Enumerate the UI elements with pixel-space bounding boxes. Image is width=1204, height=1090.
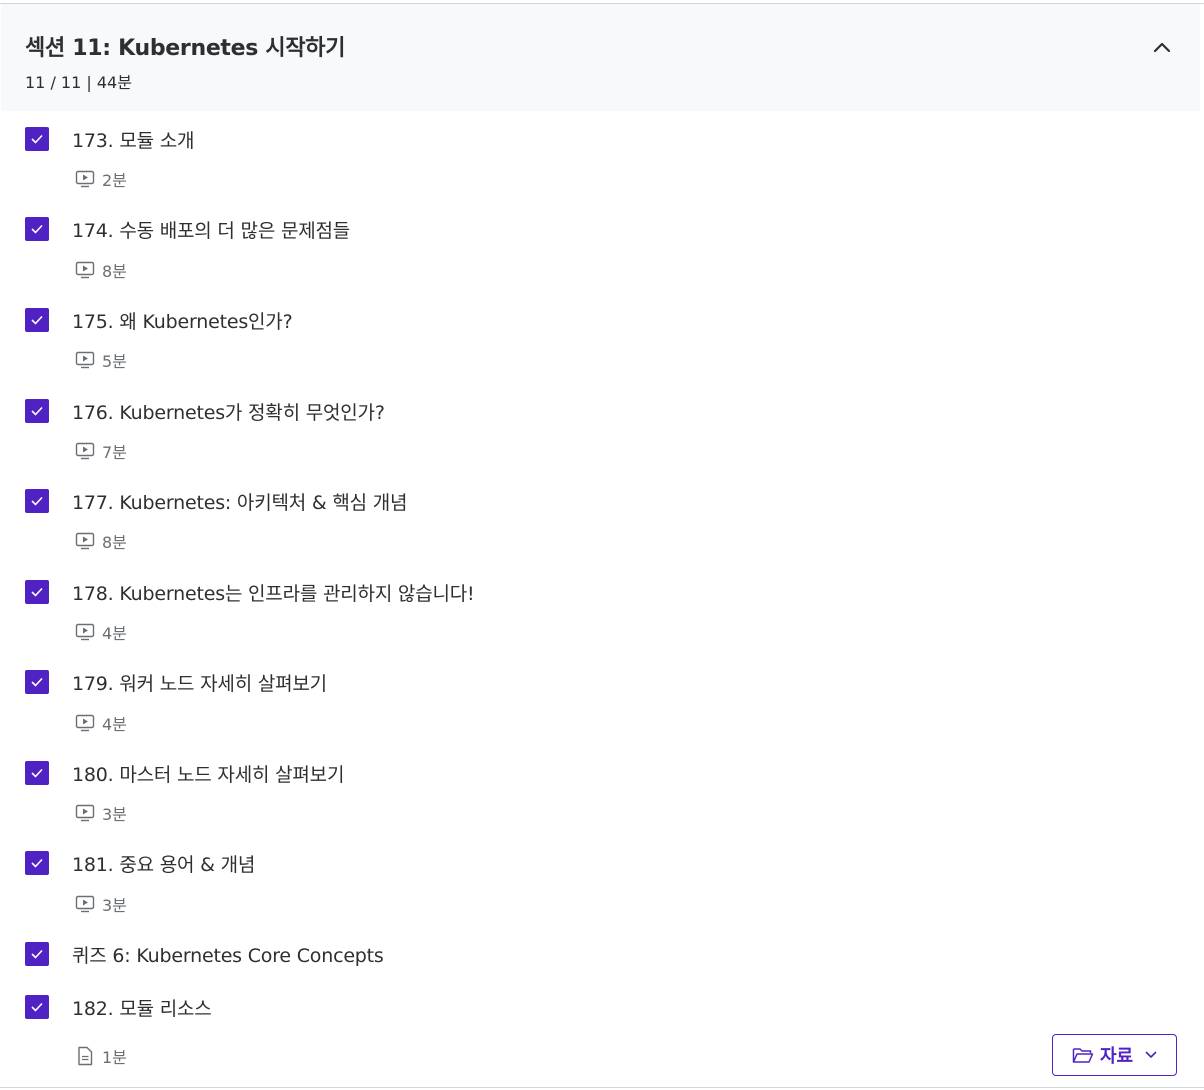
course-section-panel: 섹션 11: Kubernetes 시작하기 11 / 11 | 44분 173… (0, 0, 1204, 1090)
lecture-item[interactable]: 179. 워커 노드 자세히 살펴보기 4분 (0, 655, 1204, 745)
lecture-title: 178. Kubernetes는 인프라를 관리하지 않습니다! (72, 583, 475, 605)
lecture-meta: 3분 (74, 892, 127, 916)
lecture-duration: 1분 (102, 1048, 127, 1067)
lecture-title: 179. 워커 노드 자세히 살펴보기 (72, 673, 327, 695)
article-icon (74, 1046, 96, 1066)
lecture-meta: 4분 (74, 711, 127, 735)
lecture-title: 176. Kubernetes가 정확히 무엇인가? (72, 402, 385, 424)
lecture-title: 177. Kubernetes: 아키텍처 & 핵심 개념 (72, 492, 408, 514)
lecture-title: 175. 왜 Kubernetes인가? (72, 311, 293, 333)
quiz-item[interactable]: 퀴즈 6: Kubernetes Core Concepts (0, 927, 1204, 979)
lecture-item[interactable]: 180. 마스터 노드 자세히 살펴보기 3분 (0, 746, 1204, 836)
video-icon (74, 169, 96, 189)
lecture-meta: 2분 (74, 167, 127, 191)
lecture-item[interactable]: 177. Kubernetes: 아키텍처 & 핵심 개념 8분 (0, 474, 1204, 564)
lecture-duration: 7분 (102, 443, 127, 462)
lecture-meta: 8분 (74, 258, 127, 282)
lecture-duration: 5분 (102, 352, 127, 371)
completed-checkbox[interactable] (25, 580, 49, 604)
lecture-meta: 5분 (74, 348, 127, 372)
lecture-title: 173. 모듈 소개 (72, 130, 195, 152)
video-icon (74, 894, 96, 914)
lecture-meta: 8분 (74, 529, 127, 553)
completed-checkbox[interactable] (25, 851, 49, 875)
lecture-item[interactable]: 174. 수동 배포의 더 많은 문제점들 8분 (0, 202, 1204, 292)
folder-icon (1072, 1046, 1094, 1064)
completed-checkbox[interactable] (25, 399, 49, 423)
completed-checkbox[interactable] (25, 489, 49, 513)
lecture-meta: 7분 (74, 439, 127, 463)
lecture-duration: 3분 (102, 896, 127, 915)
lecture-item[interactable]: 178. Kubernetes는 인프라를 관리하지 않습니다! 4분 (0, 565, 1204, 655)
section-title: 섹션 11: Kubernetes 시작하기 (25, 36, 346, 61)
lecture-meta: 1분 (74, 1044, 127, 1068)
section-progress: 11 / 11 | 44분 (25, 73, 132, 92)
lecture-meta: 3분 (74, 801, 127, 825)
completed-checkbox[interactable] (25, 942, 49, 966)
lecture-title: 180. 마스터 노드 자세히 살펴보기 (72, 764, 345, 786)
lecture-title: 174. 수동 배포의 더 많은 문제점들 (72, 220, 351, 242)
quiz-title: 퀴즈 6: Kubernetes Core Concepts (72, 945, 384, 967)
lecture-duration: 4분 (102, 715, 127, 734)
lecture-meta: 4분 (74, 620, 127, 644)
video-icon (74, 260, 96, 280)
video-icon (74, 350, 96, 370)
completed-checkbox[interactable] (25, 670, 49, 694)
section-header[interactable]: 섹션 11: Kubernetes 시작하기 11 / 11 | 44분 (1, 4, 1200, 111)
lecture-duration: 2분 (102, 171, 127, 190)
resources-button[interactable]: 자료 (1052, 1034, 1177, 1076)
video-icon (74, 803, 96, 823)
video-icon (74, 622, 96, 642)
lecture-duration: 8분 (102, 533, 127, 552)
video-icon (74, 531, 96, 551)
lecture-item[interactable]: 175. 왜 Kubernetes인가? 5분 (0, 293, 1204, 383)
completed-checkbox[interactable] (25, 127, 49, 151)
lecture-item[interactable]: 176. Kubernetes가 정확히 무엇인가? 7분 (0, 383, 1204, 473)
completed-checkbox[interactable] (25, 995, 49, 1019)
lecture-item[interactable]: 181. 중요 용어 & 개념 3분 (0, 836, 1204, 926)
lecture-item[interactable]: 182. 모듈 리소스 1분 (0, 980, 1204, 1087)
lecture-title: 181. 중요 용어 & 개념 (72, 854, 256, 876)
divider (0, 1087, 1204, 1088)
lecture-title: 182. 모듈 리소스 (72, 998, 212, 1020)
video-icon (74, 713, 96, 733)
completed-checkbox[interactable] (25, 761, 49, 785)
lecture-duration: 3분 (102, 805, 127, 824)
chevron-down-icon (1145, 1051, 1157, 1059)
video-icon (74, 441, 96, 461)
chevron-up-icon[interactable] (1151, 36, 1173, 58)
lecture-duration: 8분 (102, 262, 127, 281)
completed-checkbox[interactable] (25, 217, 49, 241)
resources-label: 자료 (1099, 1046, 1134, 1067)
lecture-item[interactable]: 173. 모듈 소개 2분 (0, 112, 1204, 202)
lecture-duration: 4분 (102, 624, 127, 643)
completed-checkbox[interactable] (25, 308, 49, 332)
